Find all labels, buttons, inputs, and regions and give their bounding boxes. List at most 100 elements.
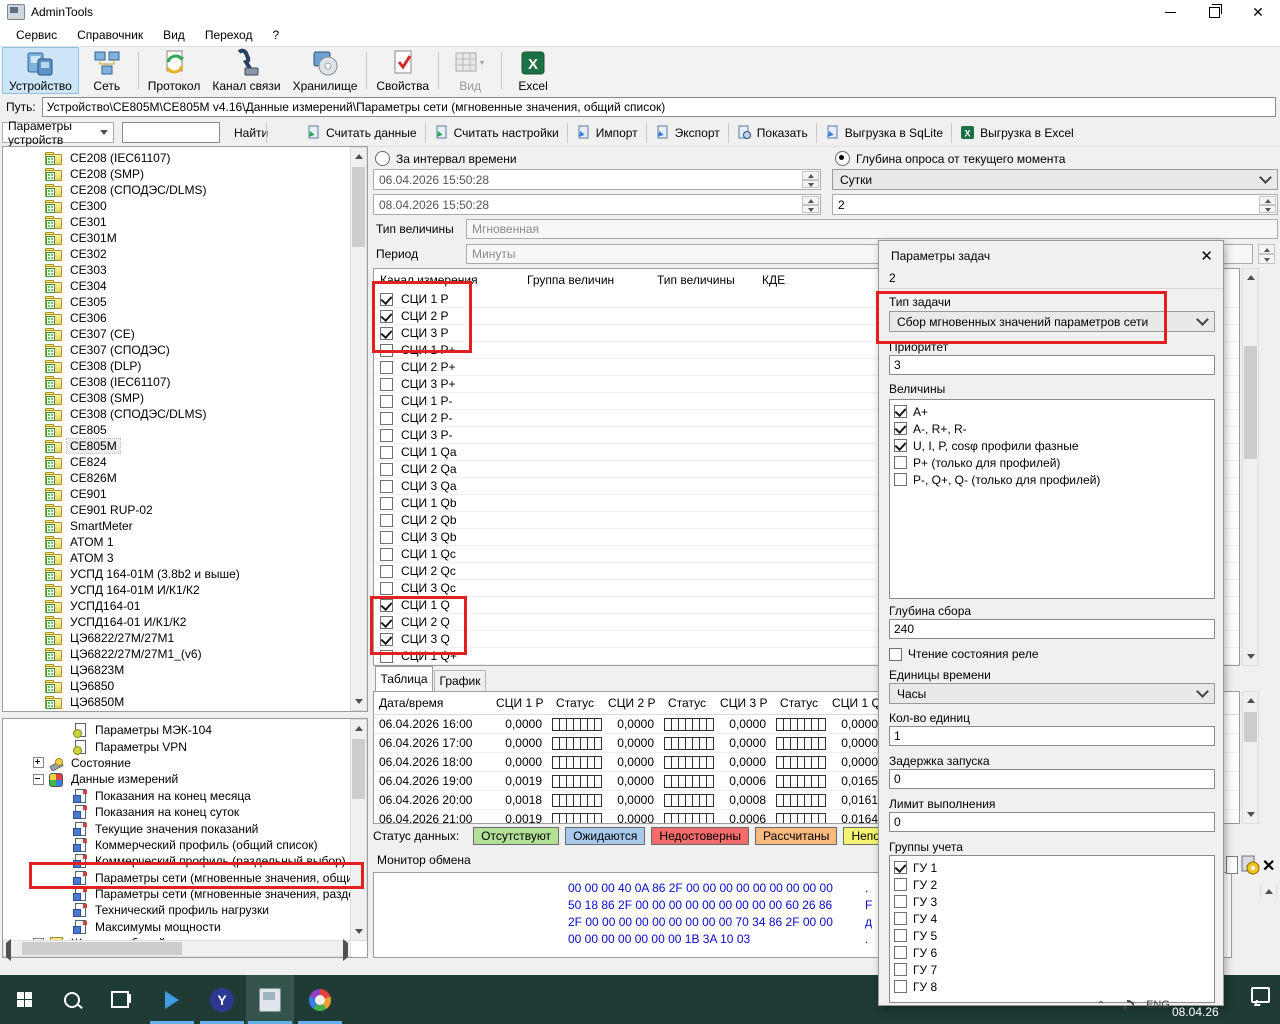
checkbox-checked-icon[interactable] (894, 861, 907, 874)
find-button[interactable]: Найти (226, 121, 276, 145)
node-tree-item[interactable]: Текущие значения показаний (3, 820, 350, 836)
column-header[interactable]: Статус (771, 696, 827, 710)
depth-value-spinner[interactable] (1259, 196, 1276, 213)
device-tree-item[interactable]: УСПД 164-01М (3.8b2 и выше) (3, 566, 350, 582)
checkbox-icon[interactable] (894, 473, 907, 486)
device-tree-item[interactable]: УСПД164-01 (3, 598, 350, 614)
device-tree-item[interactable]: ЦЭ6850 (3, 678, 350, 694)
depth-field[interactable]: 240 (889, 619, 1215, 639)
wifi-icon[interactable] (1118, 1000, 1134, 1011)
close-button[interactable]: ✕ (1236, 0, 1280, 24)
node-tree-item[interactable]: Параметры сети (мгновенные значения, раз… (3, 886, 350, 902)
date-from-field[interactable]: 06.04.2026 15:50:28 (373, 169, 821, 190)
search-input[interactable] (122, 122, 220, 143)
device-tree-item[interactable]: ATOM 1 (3, 534, 350, 550)
quantity-item[interactable]: P-, Q+, Q- (только для профилей) (894, 471, 1214, 488)
group-item[interactable]: ГУ 6 (894, 944, 1214, 961)
network-button[interactable]: Сеть (79, 47, 135, 94)
device-tree-item[interactable]: ЦЭ6823М (3, 662, 350, 678)
checkbox-icon[interactable] (894, 456, 907, 469)
scroll-thumb[interactable] (352, 167, 365, 247)
column-header[interactable]: Группа величин (521, 273, 651, 287)
checkbox-icon[interactable] (894, 912, 907, 925)
device-tree-item[interactable]: CE304 (3, 278, 350, 294)
action-import[interactable]: Импорт (568, 121, 646, 145)
data-table-scrollbar[interactable] (1242, 691, 1259, 824)
group-item[interactable]: ГУ 4 (894, 910, 1214, 927)
action-sqlite-export[interactable]: Выгрузка в SqLite (817, 121, 951, 145)
taskbar-date[interactable]: 08.04.26 (1172, 1005, 1219, 1019)
action-excel-export[interactable]: XВыгрузка в Excel (952, 121, 1082, 145)
scroll-thumb[interactable] (352, 739, 365, 799)
taskbar-search-button[interactable] (48, 975, 96, 1024)
taskbar-admintools-button[interactable] (246, 975, 294, 1024)
storage-button[interactable]: Хранилище (287, 47, 364, 94)
expand-icon[interactable] (33, 757, 44, 768)
depth-value-field[interactable]: 2 (832, 194, 1278, 215)
checkbox-icon[interactable] (380, 497, 393, 510)
node-tree-item[interactable]: Показания на конец суток (3, 804, 350, 820)
device-tree-item[interactable]: CE824 (3, 454, 350, 470)
device-tree-item[interactable]: CE303 (3, 262, 350, 278)
device-tree-item[interactable]: CE805 (3, 422, 350, 438)
checkbox-icon[interactable] (894, 963, 907, 976)
checkbox-icon[interactable] (894, 946, 907, 959)
tab-table[interactable]: Таблица (375, 666, 433, 691)
device-tree-item[interactable]: CE300 (3, 198, 350, 214)
scroll-down-icon[interactable] (1243, 648, 1258, 665)
device-tree-item[interactable]: ЦЭ6850М (3, 694, 350, 710)
checkbox-icon[interactable] (380, 565, 393, 578)
column-header[interactable]: СЦИ 1 P (491, 696, 547, 710)
menu-reference[interactable]: Справочник (67, 25, 153, 45)
device-tree-item[interactable]: CE306 (3, 310, 350, 326)
taskbar-media-button[interactable] (148, 975, 196, 1024)
dialog-close-icon[interactable]: ✕ (1200, 247, 1213, 265)
path-input[interactable] (42, 97, 1276, 117)
protocol-button[interactable]: Протокол (142, 47, 207, 94)
date-to-field[interactable]: 08.04.2026 15:50:28 (373, 194, 821, 215)
scroll-up-icon[interactable] (351, 720, 366, 737)
checkbox-icon[interactable] (380, 395, 393, 408)
excel-button[interactable]: X Excel (505, 47, 561, 94)
column-header[interactable]: СЦИ 1 Q (827, 696, 883, 710)
action-read-data[interactable]: Считать данные (298, 121, 425, 145)
checkbox-icon[interactable] (380, 650, 393, 663)
checkbox-icon[interactable] (380, 480, 393, 493)
menu-help[interactable]: ? (262, 25, 289, 45)
checkbox-icon[interactable] (380, 531, 393, 544)
group-item[interactable]: ГУ 1 (894, 859, 1214, 876)
comm-channel-button[interactable]: Канал связи (206, 47, 286, 94)
scroll-up-icon[interactable] (1243, 692, 1258, 709)
device-tree-item[interactable]: CE208 (IEC61107) (3, 150, 350, 166)
menu-service[interactable]: Сервис (6, 25, 67, 45)
time-units-dropdown[interactable]: Часы (889, 683, 1215, 704)
checkbox-checked-icon[interactable] (380, 633, 393, 646)
checkbox-icon[interactable] (894, 895, 907, 908)
checkbox-checked-icon[interactable] (380, 293, 393, 306)
node-tree-item[interactable]: Параметры VPN (3, 738, 350, 754)
scroll-thumb[interactable] (22, 942, 182, 955)
checkbox-checked-icon[interactable] (894, 439, 907, 452)
action-export[interactable]: Экспорт (647, 121, 728, 145)
scroll-down-icon[interactable] (351, 923, 366, 940)
device-params-dropdown[interactable]: Параметры устройств (2, 122, 114, 143)
scroll-up-icon[interactable] (1243, 269, 1258, 286)
scroll-up-icon[interactable] (351, 148, 366, 165)
scroll-thumb[interactable] (1244, 712, 1257, 742)
node-tree-item[interactable]: Параметры сети (мгновенные значения, общ… (3, 870, 350, 886)
checkbox-icon[interactable] (380, 429, 393, 442)
column-header[interactable]: КДЕ (756, 273, 811, 287)
checkbox-checked-icon[interactable] (380, 599, 393, 612)
column-header[interactable]: Статус (547, 696, 603, 710)
device-tree-item[interactable]: CE301 (3, 214, 350, 230)
device-tree-item[interactable]: CE307 (CE) (3, 326, 350, 342)
task-view-button[interactable] (96, 975, 144, 1024)
device-tree-item[interactable]: ATOM 3 (3, 550, 350, 566)
scroll-right-icon[interactable] (343, 943, 348, 957)
device-tree-item[interactable]: CE208 (SMP) (3, 166, 350, 182)
group-item[interactable]: ГУ 8 (894, 978, 1214, 995)
checkbox-icon[interactable] (380, 548, 393, 561)
checkbox-checked-icon[interactable] (894, 422, 907, 435)
device-tree-scrollbar[interactable] (350, 147, 367, 711)
column-header[interactable]: СЦИ 2 P (603, 696, 659, 710)
